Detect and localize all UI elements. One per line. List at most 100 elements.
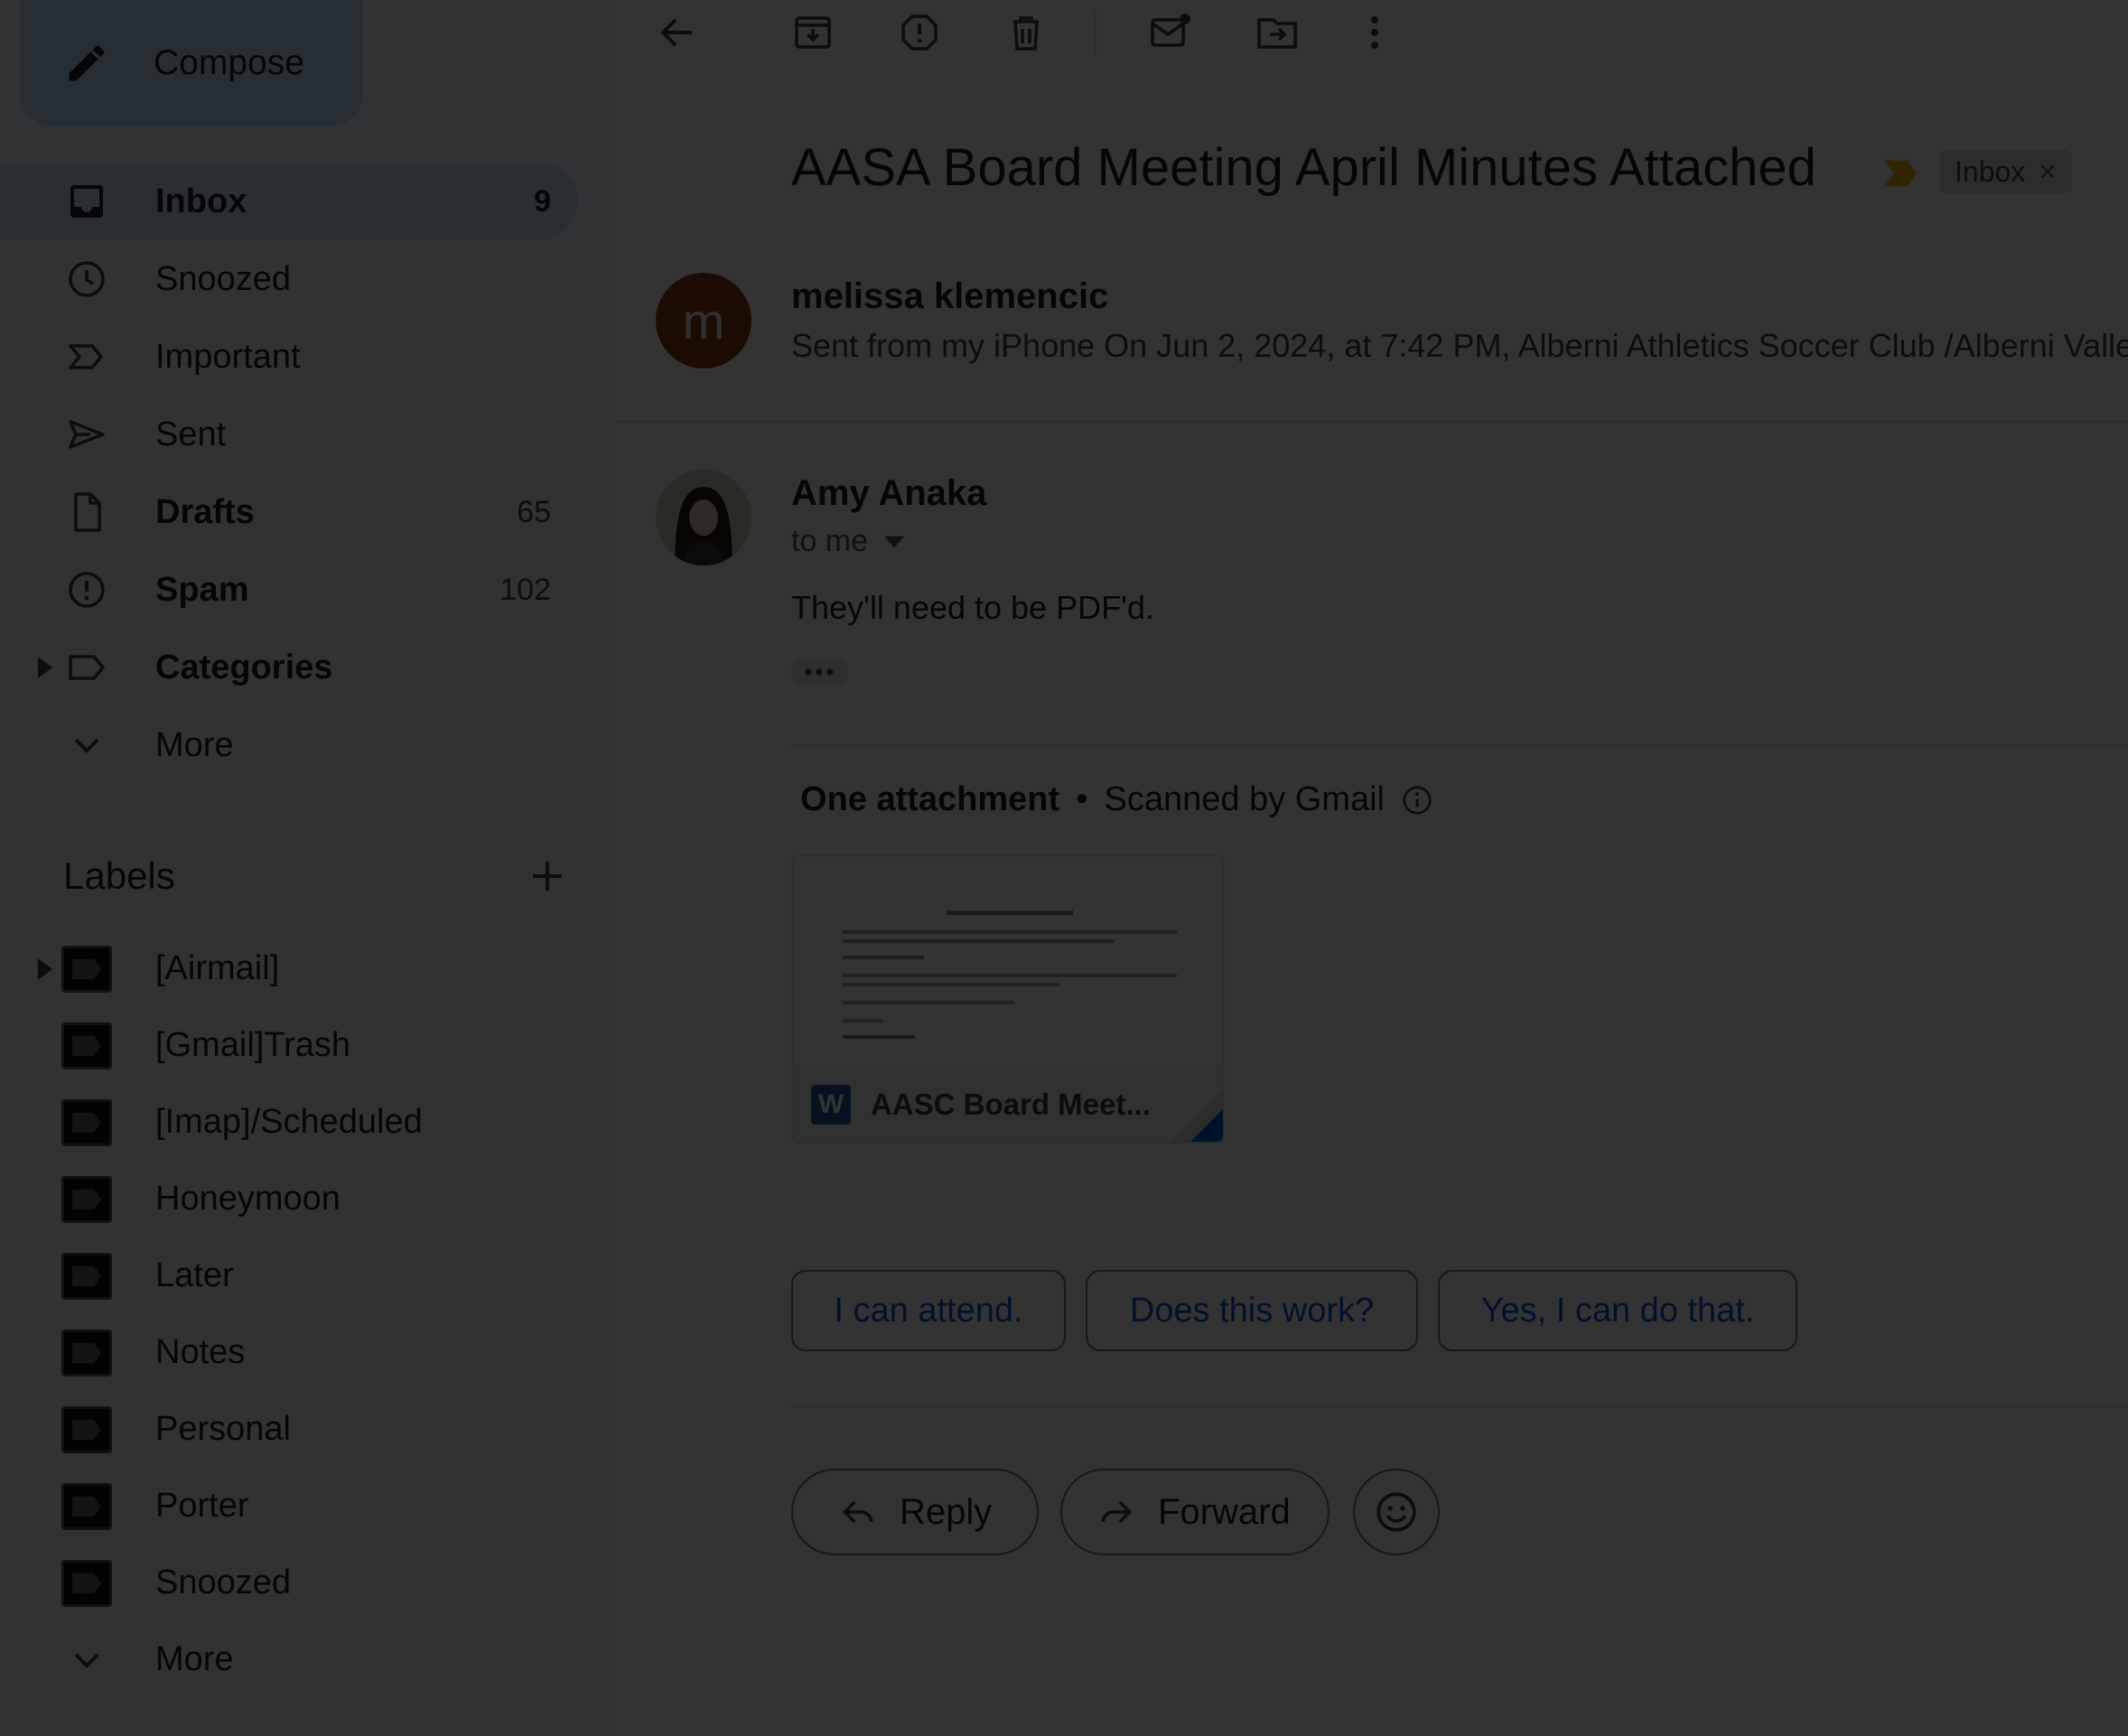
important-marker-icon[interactable] (1881, 157, 1920, 190)
label-item-imap-scheduled[interactable]: [Imap]/Scheduled (0, 1084, 614, 1161)
label-tag-icon (61, 1405, 112, 1453)
nav-list: Inbox 9 Snoozed Important Sent Drafts 65… (0, 163, 614, 784)
label-name: Porter (155, 1487, 249, 1525)
expand-caret-icon[interactable] (36, 957, 54, 982)
inbox-label-chip: Inbox (1940, 150, 2073, 193)
divider (614, 421, 2128, 423)
message-view: AASA Board Meeting April Minutes Attache… (614, 0, 2128, 1736)
sidebar: Compose Inbox 9 Snoozed Important Sent D… (0, 0, 614, 1736)
draft-file-icon (65, 490, 108, 534)
show-trimmed-content-button[interactable] (791, 658, 847, 686)
message-body: They'll need to be PDF'd. (791, 589, 1154, 626)
label-item-porter[interactable]: Porter (0, 1468, 614, 1545)
add-label-icon[interactable] (526, 854, 569, 898)
divider (791, 1405, 2128, 1407)
nav-label-drafts: Drafts (155, 492, 255, 531)
label-item-airmail[interactable]: [Airmail] (0, 930, 614, 1007)
nav-item-important[interactable]: Important (0, 318, 578, 396)
smart-reply-chip[interactable]: Yes, I can do that. (1438, 1270, 1797, 1351)
labels-more[interactable]: More (0, 1621, 614, 1698)
label-item-honeymoon[interactable]: Honeymoon (0, 1161, 614, 1237)
nav-label-categories: Categories (155, 648, 333, 686)
report-spam-icon[interactable] (898, 11, 941, 54)
label-name: [Imap]/Scheduled (155, 1103, 423, 1141)
smart-reply-chip[interactable]: I can attend. (791, 1270, 1066, 1351)
expand-caret-icon[interactable] (36, 655, 54, 680)
nav-label-inbox: Inbox (155, 182, 247, 220)
label-tag-icon (61, 945, 112, 993)
emoji-reaction-button[interactable] (1353, 1469, 1440, 1555)
nav-item-categories[interactable]: Categories (0, 629, 578, 706)
nav-item-spam[interactable]: Spam 102 (0, 551, 578, 629)
nav-item-drafts[interactable]: Drafts 65 (0, 473, 578, 551)
label-tag-icon (61, 1329, 112, 1377)
label-item-snoozed[interactable]: Snoozed (0, 1545, 614, 1621)
reply-icon (838, 1492, 878, 1532)
dot-separator: • (1076, 780, 1088, 818)
label-item-gmail-trash[interactable]: [Gmail]Trash (0, 1007, 614, 1084)
chevron-down-icon (65, 723, 108, 767)
move-to-icon[interactable] (1255, 11, 1299, 54)
nav-item-sent[interactable]: Sent (0, 396, 578, 473)
smiley-face-icon (1374, 1489, 1419, 1535)
compose-label: Compose (154, 43, 304, 82)
gmail-window: Compose Inbox 9 Snoozed Important Sent D… (0, 0, 2128, 1736)
reply-label: Reply (900, 1491, 993, 1532)
attachment-header: One attachment • Scanned by Gmail (800, 780, 1433, 819)
message-snippet[interactable]: Sent from my iPhone On Jun 2, 2024, at 7… (791, 327, 2128, 365)
forward-icon (1097, 1492, 1136, 1532)
avatar-photo (656, 470, 751, 565)
attachment-count: One attachment (800, 780, 1060, 818)
nav-count-drafts: 65 (517, 494, 551, 529)
send-icon (65, 413, 108, 456)
email-subject: AASA Board Meeting April Minutes Attache… (791, 138, 1816, 197)
label-tag-icon (61, 1559, 112, 1607)
mark-unread-icon[interactable] (1149, 11, 1192, 54)
label-name: Later (155, 1256, 234, 1294)
scanned-by-gmail: Scanned by Gmail (1104, 780, 1385, 818)
nav-label-sent: Sent (155, 415, 227, 453)
label-name: [Gmail]Trash (155, 1026, 351, 1064)
back-arrow-icon[interactable] (656, 11, 699, 54)
label-name: Honeymoon (155, 1180, 341, 1218)
recipients-toggle[interactable]: to me (791, 524, 905, 559)
clock-icon (65, 257, 108, 301)
document-corner-icon (1172, 1091, 1223, 1142)
delete-icon[interactable] (1004, 11, 1048, 54)
nav-item-inbox[interactable]: Inbox 9 (0, 163, 578, 240)
nav-label-more: More (155, 725, 234, 764)
labels-list: [Airmail] [Gmail]Trash [Imap]/Scheduled … (0, 930, 614, 1698)
label-item-notes[interactable]: Notes (0, 1314, 614, 1391)
label-item-later[interactable]: Later (0, 1237, 614, 1314)
reply-button[interactable]: Reply (791, 1469, 1039, 1555)
sender-name[interactable]: Amy Anaka (791, 473, 986, 514)
info-icon[interactable] (1401, 784, 1433, 817)
compose-button[interactable]: Compose (20, 0, 363, 126)
labels-more-label: More (155, 1640, 234, 1678)
spam-icon (65, 568, 108, 611)
pencil-icon (63, 40, 110, 87)
label-tag-icon (61, 1098, 112, 1146)
smart-reply-chip[interactable]: Does this work? (1086, 1270, 1418, 1351)
label-item-personal[interactable]: Personal (0, 1391, 614, 1468)
label-name: Snoozed (155, 1563, 292, 1601)
nav-item-snoozed[interactable]: Snoozed (0, 240, 578, 318)
label-icon (65, 646, 108, 689)
avatar: m (656, 273, 751, 369)
archive-icon[interactable] (791, 11, 835, 54)
document-preview-thumbnail (793, 856, 1223, 1064)
recipients-label: to me (791, 524, 869, 558)
divider (791, 744, 2128, 746)
attachment-card[interactable]: W AASC Board Meet... (791, 854, 1225, 1143)
more-vert-icon[interactable] (1353, 11, 1396, 54)
label-tag-icon (61, 1252, 112, 1300)
forward-button[interactable]: Forward (1060, 1469, 1330, 1555)
close-icon[interactable] (2038, 162, 2058, 182)
label-name: Notes (155, 1333, 246, 1371)
nav-item-more[interactable]: More (0, 706, 578, 784)
sender-name[interactable]: melissa klemencic (791, 276, 1108, 317)
labels-header: Labels (63, 849, 569, 903)
labels-title: Labels (63, 854, 175, 897)
label-tag-icon (61, 1482, 112, 1530)
important-icon (65, 335, 108, 378)
